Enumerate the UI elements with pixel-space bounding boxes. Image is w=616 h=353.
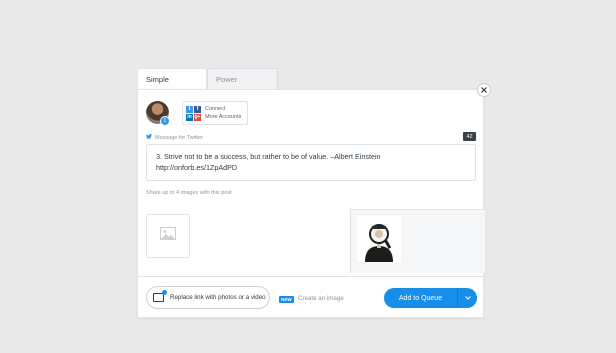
message-label: Message for Twitter: [146, 134, 203, 141]
character-count-badge: 42: [463, 132, 476, 141]
connect-label: Connect More Accounts: [205, 105, 241, 121]
googleplus-icon: g+: [194, 113, 201, 121]
image-share-hint: Share up to 4 images with this post: [146, 190, 232, 196]
add-image-button[interactable]: [146, 214, 190, 258]
replace-link-label: Replace link with photos or a video: [170, 294, 266, 301]
close-icon[interactable]: [477, 83, 491, 97]
attachment-thumbnail[interactable]: [357, 216, 401, 262]
image-icon: [160, 227, 176, 245]
message-textarea[interactable]: 3. Strive not to be a success, but rathe…: [146, 144, 476, 181]
connect-line: Connect: [205, 106, 226, 112]
chevron-down-icon[interactable]: [458, 296, 477, 300]
composer: Simple Composer Power Scheduler t t f in…: [137, 68, 485, 318]
tab-power-scheduler[interactable]: Power Scheduler: [207, 68, 278, 106]
facebook-icon: f: [194, 105, 201, 113]
tab-simple-composer[interactable]: Simple Composer: [137, 68, 207, 106]
footer-divider: [138, 276, 483, 277]
add-to-queue-button[interactable]: Add to Queue: [384, 288, 477, 308]
message-label-text: Message for Twitter: [155, 134, 203, 141]
network-icons: t f in g+: [186, 105, 201, 121]
add-to-queue-label: Add to Queue: [398, 294, 443, 302]
message-link-line: http://onforb.es/1ZpAdPD: [156, 162, 238, 172]
person-with-magnifier-image: [365, 224, 393, 262]
composer-tabs: Simple Composer Power Scheduler: [137, 68, 278, 106]
composer-panel: t t f in g+ Connect More Accounts Messag…: [137, 89, 485, 318]
connect-accounts-button[interactable]: t f in g+ Connect More Accounts: [182, 101, 248, 125]
photo-icon: [153, 290, 167, 302]
twitter-icon: t: [186, 105, 193, 113]
twitter-bird-icon: [146, 134, 152, 141]
replace-link-with-media-button[interactable]: Replace link with photos or a video: [146, 286, 270, 309]
create-image-link[interactable]: Create an image: [298, 295, 344, 302]
twitter-icon: t: [160, 116, 170, 126]
linkedin-icon: in: [186, 113, 193, 121]
more-accounts-line: More Accounts: [205, 114, 242, 120]
new-badge: NEW: [279, 296, 294, 303]
attachment-preview-area: [350, 209, 485, 273]
message-text-line: 3. Strive not to be a success, but rathe…: [156, 152, 381, 161]
